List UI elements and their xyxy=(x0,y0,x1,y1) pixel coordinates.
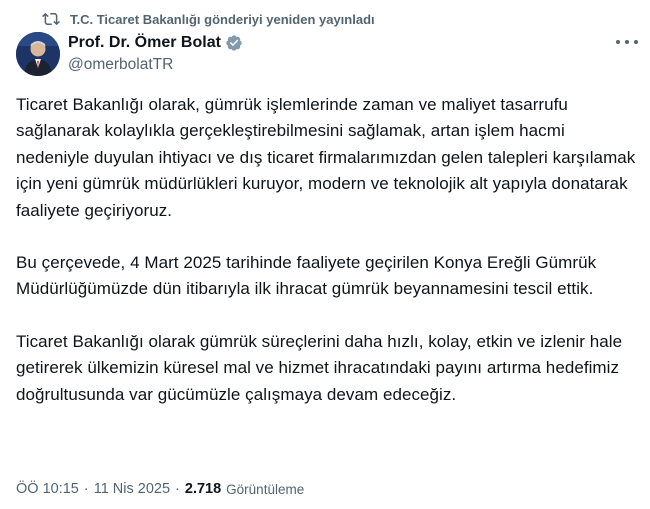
views-label: Görüntüleme xyxy=(226,481,305,497)
tweet-paragraph: Ticaret Bakanlığı olarak, gümrük işlemle… xyxy=(16,95,636,220)
tweet-text: Ticaret Bakanlığı olarak, gümrük işlemle… xyxy=(16,92,640,408)
tweet-date[interactable]: 11 Nis 2025 xyxy=(94,481,170,497)
more-options-icon[interactable] xyxy=(616,34,638,50)
tweet-paragraph: Ticaret Bakanlığı olarak gümrük süreçler… xyxy=(16,331,623,404)
author-block: Prof. Dr. Ömer Bolat @omerbolatTR xyxy=(68,33,243,74)
author-handle[interactable]: @omerbolatTR xyxy=(68,56,243,74)
repost-icon xyxy=(42,10,60,28)
tweet-paragraph: Bu çerçevede, 4 Mart 2025 tarihinde faal… xyxy=(16,253,597,299)
author-name[interactable]: Prof. Dr. Ömer Bolat xyxy=(68,34,221,52)
tweet-time[interactable]: ÖÖ 10:15 xyxy=(16,481,79,497)
views-count: 2.718 xyxy=(184,481,222,497)
meta-separator: · xyxy=(175,481,180,497)
meta-separator: · xyxy=(83,481,89,497)
verified-badge-icon[interactable] xyxy=(225,34,243,52)
repost-header: T.C. Ticaret Bakanlığı gönderiyi yeniden… xyxy=(42,9,375,29)
tweet-metadata: ÖÖ 10:15 · 11 Nis 2025 · 2.718 Görüntüle… xyxy=(16,481,304,497)
avatar[interactable] xyxy=(16,32,60,76)
repost-text[interactable]: T.C. Ticaret Bakanlığı gönderiyi yeniden… xyxy=(70,12,375,27)
